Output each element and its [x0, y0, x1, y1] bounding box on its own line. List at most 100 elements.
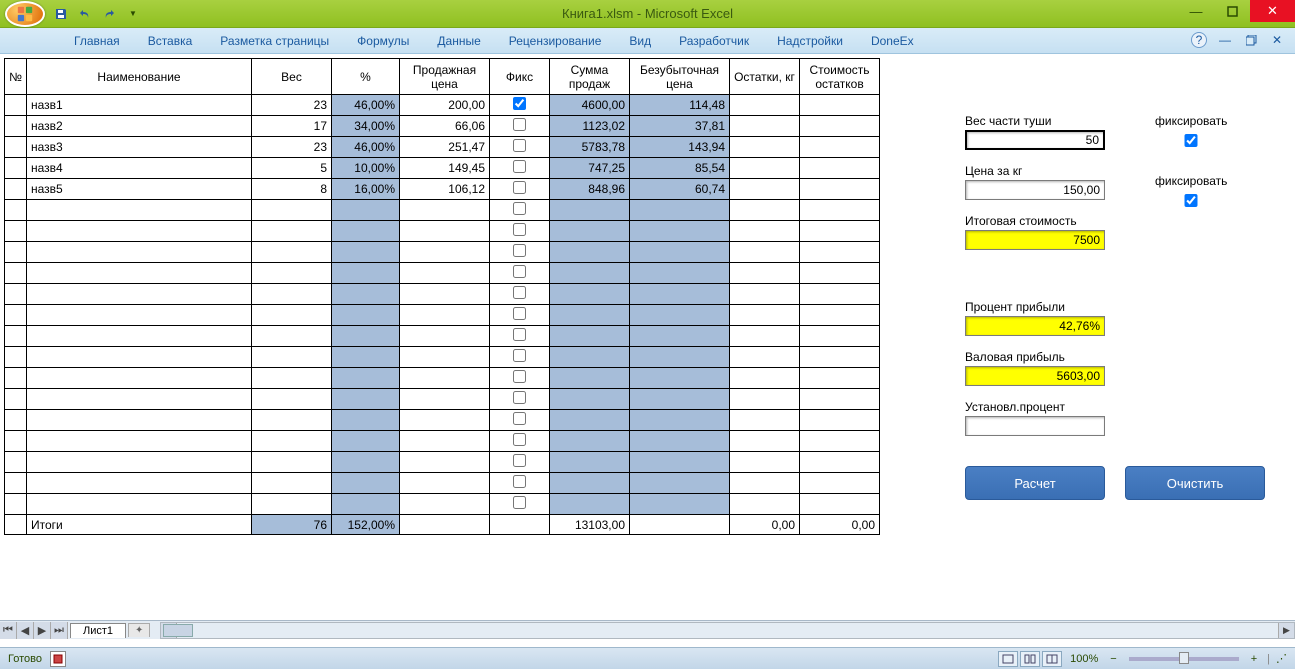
cell-breakeven[interactable]	[630, 368, 730, 389]
fix-checkbox[interactable]	[513, 118, 526, 131]
price-input[interactable]	[965, 180, 1105, 200]
cell-sum[interactable]	[550, 221, 630, 242]
cell-breakeven[interactable]: 85,54	[630, 158, 730, 179]
resize-grip-icon[interactable]: ⋰	[1276, 652, 1287, 665]
cell-name[interactable]	[27, 452, 252, 473]
cell-pct[interactable]	[332, 410, 400, 431]
fix-checkbox[interactable]	[513, 307, 526, 320]
cell-name[interactable]	[27, 200, 252, 221]
cell-rest[interactable]	[730, 221, 800, 242]
cell-sum[interactable]: 4600,00	[550, 95, 630, 116]
cell-num[interactable]	[5, 179, 27, 200]
cell-rest[interactable]	[730, 263, 800, 284]
scroll-right-icon[interactable]: ▶	[1278, 623, 1294, 638]
cell-rest[interactable]	[730, 95, 800, 116]
cell-sum[interactable]	[550, 368, 630, 389]
new-sheet-icon[interactable]: ✦	[128, 623, 150, 637]
cell-rest[interactable]	[730, 305, 800, 326]
cell-restcost[interactable]	[800, 137, 880, 158]
fix-checkbox[interactable]	[513, 265, 526, 278]
cell-fix[interactable]	[490, 326, 550, 347]
fix-checkbox[interactable]	[513, 328, 526, 341]
fix-checkbox[interactable]	[513, 496, 526, 509]
fix-checkbox[interactable]	[513, 475, 526, 488]
tab-formulas[interactable]: Формулы	[343, 30, 423, 53]
totals-fix[interactable]	[490, 515, 550, 535]
cell-num[interactable]	[5, 158, 27, 179]
sheet-nav-last-icon[interactable]: ⏭	[51, 622, 68, 639]
tab-page-layout[interactable]: Разметка страницы	[206, 30, 343, 53]
window-minimize-inner[interactable]: —	[1217, 32, 1233, 48]
cell-sum[interactable]	[550, 242, 630, 263]
cell-name[interactable]	[27, 410, 252, 431]
redo-icon[interactable]	[100, 5, 118, 23]
totals-breakeven[interactable]	[630, 515, 730, 535]
fix-checkbox[interactable]	[513, 244, 526, 257]
cell-rest[interactable]	[730, 452, 800, 473]
cell-rest[interactable]	[730, 368, 800, 389]
cell-restcost[interactable]	[800, 389, 880, 410]
cell-restcost[interactable]	[800, 179, 880, 200]
cell-price[interactable]	[400, 305, 490, 326]
cell-rest[interactable]	[730, 473, 800, 494]
cell-num[interactable]	[5, 389, 27, 410]
cell-weight[interactable]	[252, 347, 332, 368]
cell-breakeven[interactable]	[630, 200, 730, 221]
cell-breakeven[interactable]	[630, 284, 730, 305]
cell-name[interactable]	[27, 494, 252, 515]
cell-rest[interactable]	[730, 179, 800, 200]
cell-num[interactable]	[5, 242, 27, 263]
cell-price[interactable]	[400, 263, 490, 284]
cell-pct[interactable]: 10,00%	[332, 158, 400, 179]
cell-weight[interactable]	[252, 389, 332, 410]
cell-rest[interactable]	[730, 494, 800, 515]
cell-num[interactable]	[5, 473, 27, 494]
cell-num[interactable]	[5, 200, 27, 221]
cell-price[interactable]: 66,06	[400, 116, 490, 137]
cell-pct[interactable]	[332, 347, 400, 368]
cell-rest[interactable]	[730, 200, 800, 221]
cell-restcost[interactable]	[800, 473, 880, 494]
zoom-value[interactable]: 100%	[1070, 653, 1098, 665]
cell-restcost[interactable]	[800, 221, 880, 242]
cell-price[interactable]	[400, 389, 490, 410]
cell-sum[interactable]	[550, 494, 630, 515]
cell-fix[interactable]	[490, 179, 550, 200]
cell-restcost[interactable]	[800, 158, 880, 179]
cell-sum[interactable]	[550, 431, 630, 452]
cell-num[interactable]	[5, 221, 27, 242]
cell-sum[interactable]	[550, 410, 630, 431]
cell-sum[interactable]	[550, 263, 630, 284]
cell-num[interactable]	[5, 515, 27, 535]
cell-breakeven[interactable]: 37,81	[630, 116, 730, 137]
cell-restcost[interactable]	[800, 95, 880, 116]
cell-fix[interactable]	[490, 368, 550, 389]
fix-price-checkbox[interactable]	[1155, 194, 1227, 207]
cell-pct[interactable]	[332, 389, 400, 410]
cell-name[interactable]: назв4	[27, 158, 252, 179]
cell-breakeven[interactable]	[630, 452, 730, 473]
cell-num[interactable]	[5, 95, 27, 116]
cell-pct[interactable]	[332, 242, 400, 263]
cell-name[interactable]	[27, 263, 252, 284]
cell-fix[interactable]	[490, 389, 550, 410]
cell-weight[interactable]	[252, 368, 332, 389]
view-pagebreak-icon[interactable]	[1042, 651, 1062, 667]
cell-breakeven[interactable]	[630, 305, 730, 326]
cell-breakeven[interactable]	[630, 473, 730, 494]
fix-checkbox[interactable]	[513, 223, 526, 236]
cell-fix[interactable]	[490, 158, 550, 179]
cell-price[interactable]	[400, 326, 490, 347]
totals-sum[interactable]: 13103,00	[550, 515, 630, 535]
cell-restcost[interactable]	[800, 263, 880, 284]
weight-input[interactable]	[965, 130, 1105, 150]
cell-pct[interactable]: 16,00%	[332, 179, 400, 200]
cell-pct[interactable]	[332, 368, 400, 389]
tab-addins[interactable]: Надстройки	[763, 30, 857, 53]
cell-pct[interactable]	[332, 326, 400, 347]
cell-weight[interactable]	[252, 200, 332, 221]
cell-num[interactable]	[5, 263, 27, 284]
cell-price[interactable]	[400, 410, 490, 431]
cell-pct[interactable]: 46,00%	[332, 137, 400, 158]
cell-sum[interactable]	[550, 200, 630, 221]
